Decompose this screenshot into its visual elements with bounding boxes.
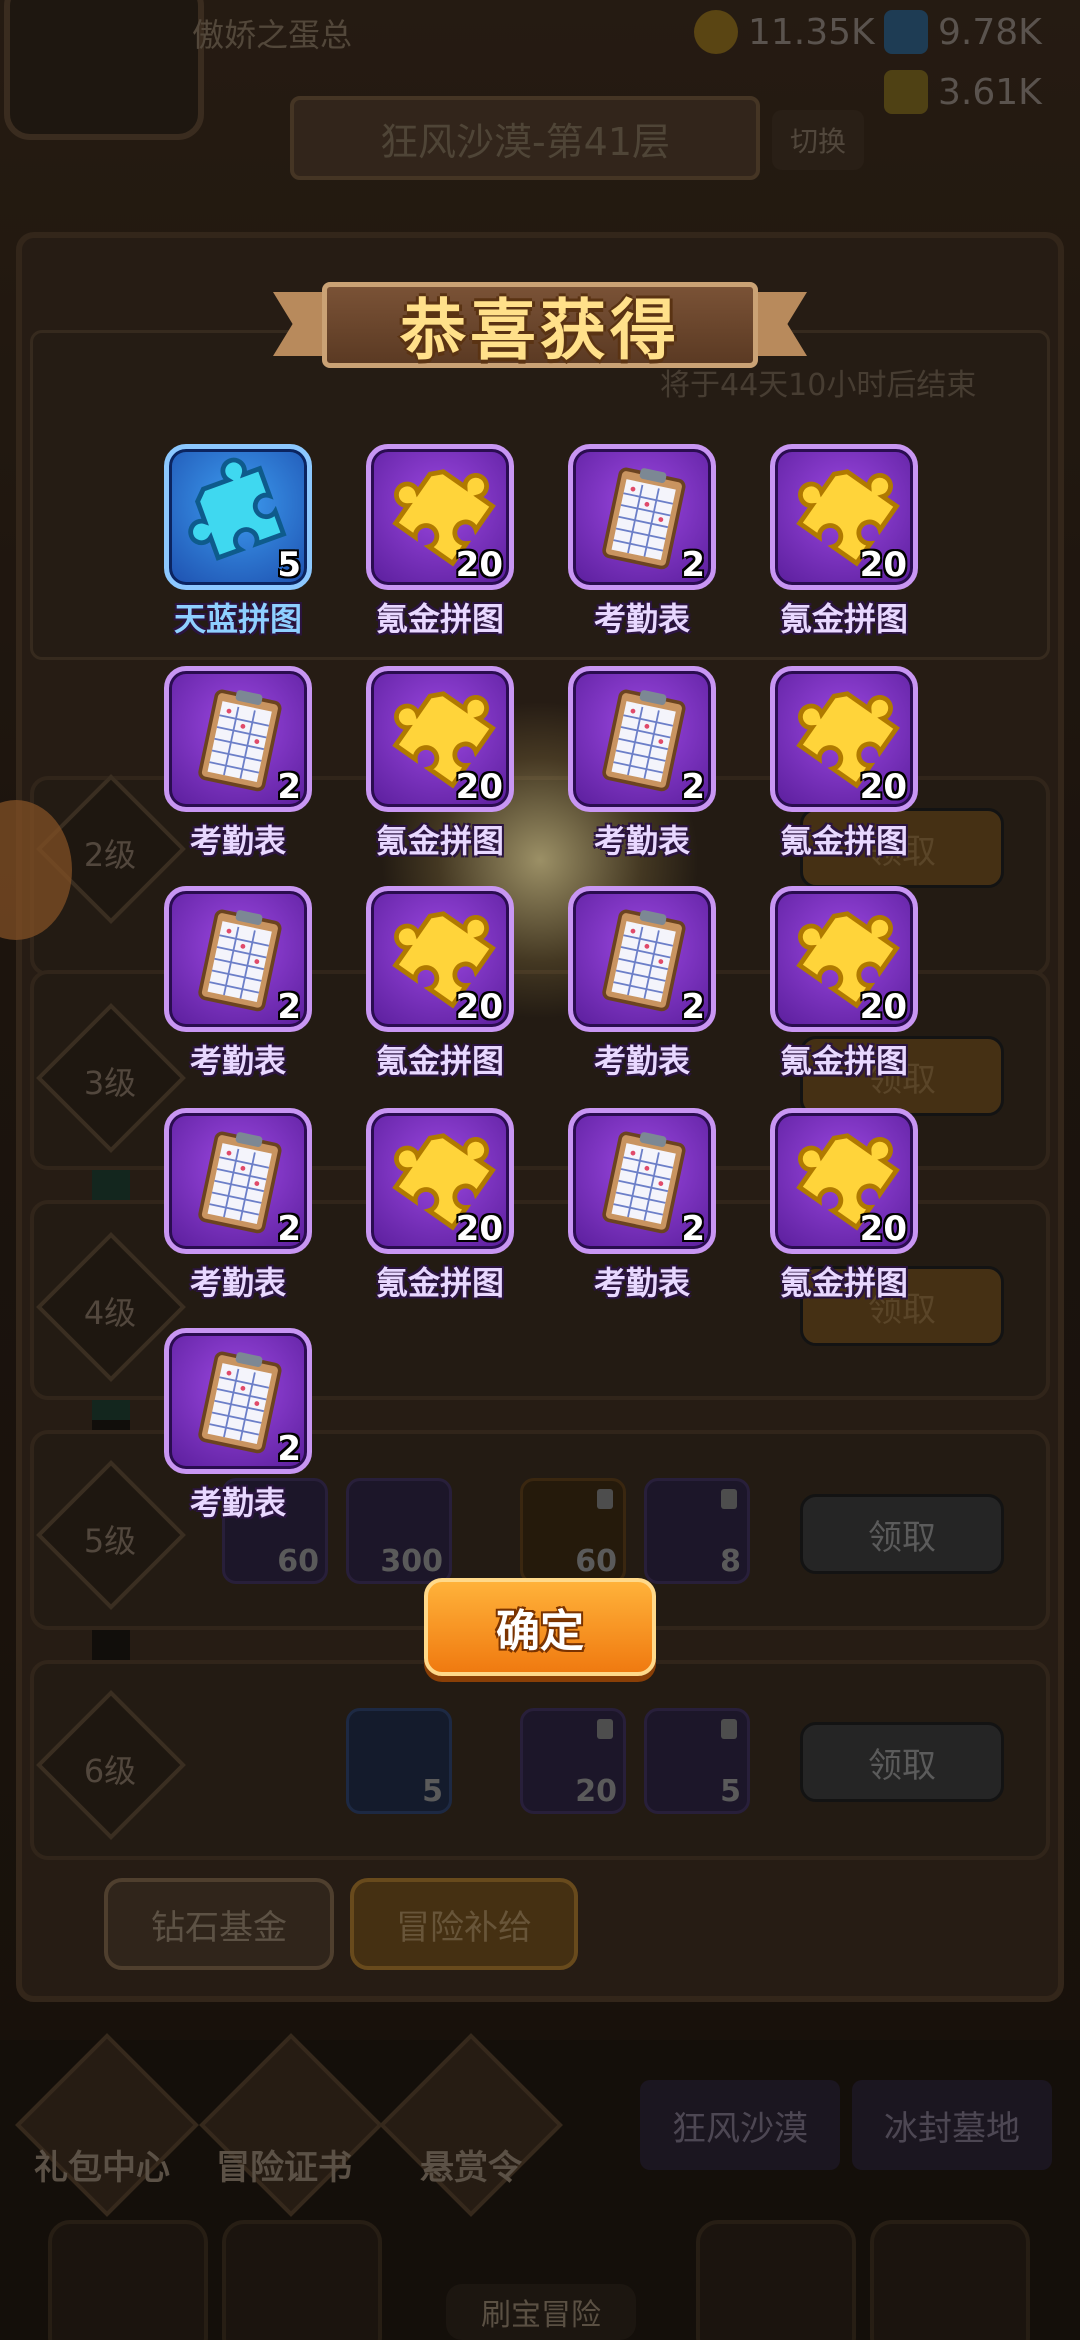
reward-item[interactable]: 20 氪金拼图 (366, 1108, 518, 1302)
reward-item-frame: 20 (366, 666, 514, 812)
reward-count: 20 (859, 987, 907, 1027)
reward-item[interactable]: 2 考勤表 (568, 886, 720, 1080)
reward-name: 氪金拼图 (375, 1042, 504, 1080)
reward-count: 2 (277, 767, 301, 807)
reward-item[interactable]: 2 考勤表 (164, 1328, 316, 1522)
reward-name: 氪金拼图 (779, 822, 908, 860)
reward-count: 2 (277, 1209, 301, 1249)
reward-item-frame: 20 (366, 886, 514, 1032)
reward-item-frame: 20 (770, 666, 918, 812)
reward-count: 20 (455, 767, 503, 807)
reward-item-frame: 2 (164, 1108, 312, 1254)
reward-count: 2 (681, 1209, 705, 1249)
reward-name: 氪金拼图 (779, 600, 908, 638)
reward-item-frame: 2 (164, 1328, 312, 1474)
reward-name: 考勤表 (593, 1264, 690, 1302)
reward-item[interactable]: 2 考勤表 (568, 444, 720, 638)
confirm-button[interactable]: 确定 (424, 1578, 656, 1676)
reward-item-frame: 2 (568, 1108, 716, 1254)
title-ribbon: 恭喜获得 (273, 282, 807, 378)
reward-count: 20 (859, 767, 907, 807)
reward-item[interactable]: 20 氪金拼图 (770, 1108, 922, 1302)
reward-count: 20 (455, 987, 503, 1027)
reward-name: 考勤表 (189, 1264, 286, 1302)
reward-count: 2 (681, 987, 705, 1027)
popup-title: 恭喜获得 (400, 292, 680, 369)
reward-item-frame: 2 (568, 444, 716, 590)
reward-item[interactable]: 2 考勤表 (164, 666, 316, 860)
reward-name: 考勤表 (593, 600, 690, 638)
reward-name: 天蓝拼图 (173, 600, 302, 638)
reward-count: 5 (277, 545, 301, 585)
reward-count: 2 (681, 545, 705, 585)
reward-count: 20 (455, 545, 503, 585)
reward-item-frame: 20 (366, 444, 514, 590)
reward-item-frame: 2 (164, 666, 312, 812)
reward-name: 考勤表 (189, 822, 286, 860)
reward-item[interactable]: 2 考勤表 (164, 1108, 316, 1302)
reward-name: 氪金拼图 (779, 1264, 908, 1302)
reward-name: 考勤表 (593, 1042, 690, 1080)
reward-count: 2 (277, 1429, 301, 1469)
confirm-label: 确定 (496, 1606, 584, 1657)
reward-item-frame: 20 (770, 444, 918, 590)
reward-name: 氪金拼图 (375, 600, 504, 638)
reward-name: 氪金拼图 (779, 1042, 908, 1080)
reward-name: 氪金拼图 (375, 1264, 504, 1302)
reward-count: 2 (277, 987, 301, 1027)
reward-item-frame: 5 (164, 444, 312, 590)
reward-item-frame: 20 (770, 886, 918, 1032)
reward-count: 2 (681, 767, 705, 807)
reward-item[interactable]: 2 考勤表 (568, 666, 720, 860)
reward-item-frame: 20 (366, 1108, 514, 1254)
reward-item[interactable]: 2 考勤表 (568, 1108, 720, 1302)
reward-item[interactable]: 2 考勤表 (164, 886, 316, 1080)
reward-item-frame: 2 (164, 886, 312, 1032)
reward-item[interactable]: 20 氪金拼图 (770, 444, 922, 638)
reward-item[interactable]: 20 氪金拼图 (366, 444, 518, 638)
reward-item[interactable]: 20 氪金拼图 (770, 666, 922, 860)
reward-name: 考勤表 (593, 822, 690, 860)
reward-item-frame: 20 (770, 1108, 918, 1254)
reward-item[interactable]: 20 氪金拼图 (366, 666, 518, 860)
reward-item[interactable]: 20 氪金拼图 (770, 886, 922, 1080)
reward-count: 20 (859, 1209, 907, 1249)
reward-name: 考勤表 (189, 1042, 286, 1080)
reward-item-frame: 2 (568, 886, 716, 1032)
reward-name: 氪金拼图 (375, 822, 504, 860)
reward-item[interactable]: 20 氪金拼图 (366, 886, 518, 1080)
reward-item-frame: 2 (568, 666, 716, 812)
reward-item[interactable]: 5 天蓝拼图 (164, 444, 316, 638)
reward-count: 20 (455, 1209, 503, 1249)
reward-name: 考勤表 (189, 1484, 286, 1522)
reward-count: 20 (859, 545, 907, 585)
